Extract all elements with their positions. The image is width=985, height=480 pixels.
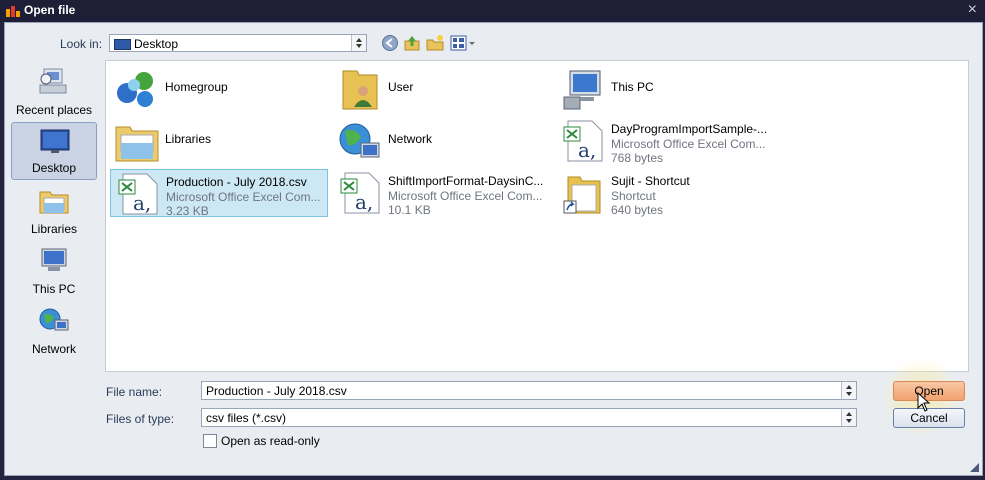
up-folder-icon[interactable] bbox=[403, 34, 421, 52]
place-recent-places[interactable]: Recent places bbox=[11, 63, 97, 121]
file-item-dayprogram[interactable]: a, DayProgramImportSample-... Microsoft … bbox=[556, 117, 774, 165]
place-libraries[interactable]: Libraries bbox=[11, 182, 97, 240]
file-type: Shortcut bbox=[611, 189, 656, 203]
file-name-label: File name: bbox=[106, 385, 163, 399]
file-item-libraries[interactable]: Libraries bbox=[110, 117, 328, 165]
file-item-sujit-shortcut[interactable]: Sujit - Shortcut Shortcut 640 bytes bbox=[556, 169, 774, 217]
file-name: Homegroup bbox=[165, 80, 228, 94]
file-item-shiftimport[interactable]: a, ShiftImportFormat-DaysinC... Microsof… bbox=[333, 169, 551, 217]
network-icon bbox=[39, 308, 69, 331]
title-bar[interactable]: Open file × bbox=[0, 0, 985, 22]
file-size: 3.23 KB bbox=[166, 204, 209, 218]
file-name: Production - July 2018.csv bbox=[166, 175, 307, 189]
excel-csv-icon: a, bbox=[563, 120, 603, 162]
homegroup-icon bbox=[117, 72, 153, 107]
libraries-icon bbox=[39, 191, 69, 214]
file-name: Libraries bbox=[165, 132, 212, 146]
file-item-homegroup[interactable]: Homegroup bbox=[110, 65, 328, 113]
file-type-value: csv files (*.csv) bbox=[206, 411, 287, 425]
svg-text:a,: a, bbox=[133, 191, 151, 215]
read-only-checkbox[interactable] bbox=[203, 434, 217, 448]
place-label: Desktop bbox=[31, 161, 77, 175]
file-list[interactable]: Homegroup User This PC Libraries Network… bbox=[105, 60, 969, 372]
file-item-production[interactable]: a, Production - July 2018.csv Microsoft … bbox=[110, 169, 328, 218]
look-in-spin[interactable] bbox=[351, 35, 366, 51]
place-label: Recent places bbox=[15, 103, 93, 117]
file-type: Microsoft Office Excel Com... bbox=[388, 189, 543, 203]
user-folder-icon bbox=[342, 70, 378, 110]
svg-text:a,: a, bbox=[578, 138, 596, 162]
shortcut-icon bbox=[563, 176, 601, 214]
file-item-this-pc[interactable]: This PC bbox=[556, 65, 774, 113]
svg-text:a,: a, bbox=[355, 190, 373, 214]
read-only-label: Open as read-only bbox=[221, 434, 320, 448]
computer-icon bbox=[563, 70, 601, 110]
places-bar: Recent places Desktop Libraries This PC … bbox=[5, 61, 105, 371]
place-network[interactable]: Network bbox=[11, 302, 97, 360]
network-icon bbox=[339, 123, 380, 158]
file-type-spin[interactable] bbox=[841, 409, 856, 426]
look-in-value: Desktop bbox=[134, 37, 179, 51]
place-label: Network bbox=[31, 342, 76, 356]
look-in-select[interactable]: Desktop bbox=[109, 34, 367, 52]
file-name-spin[interactable] bbox=[841, 382, 856, 399]
desktop-icon bbox=[114, 39, 131, 50]
file-type: Microsoft Office Excel Com... bbox=[611, 137, 766, 151]
resize-grip-icon[interactable] bbox=[970, 463, 979, 472]
file-type-label: Files of type: bbox=[106, 412, 175, 426]
file-item-network[interactable]: Network bbox=[333, 117, 551, 165]
excel-csv-icon: a, bbox=[340, 172, 380, 214]
file-name: User bbox=[388, 80, 414, 94]
computer-icon bbox=[41, 248, 67, 271]
excel-csv-icon: a, bbox=[118, 173, 158, 215]
dialog-body: Look in: Desktop Recent places Desktop L… bbox=[4, 22, 983, 476]
place-label: Libraries bbox=[30, 222, 78, 236]
file-name: Network bbox=[388, 132, 433, 146]
file-name-value: Production - July 2018.csv bbox=[206, 384, 347, 398]
libraries-icon bbox=[115, 126, 159, 162]
file-size: 640 bytes bbox=[611, 203, 664, 217]
window-title: Open file bbox=[24, 3, 76, 17]
recent-places-icon bbox=[39, 68, 67, 94]
file-item-user[interactable]: User bbox=[333, 65, 551, 113]
file-name: This PC bbox=[611, 80, 654, 94]
file-size: 10.1 KB bbox=[388, 203, 431, 217]
view-menu-icon[interactable] bbox=[450, 34, 476, 52]
close-icon[interactable]: × bbox=[968, 1, 977, 19]
look-in-label: Look in: bbox=[60, 37, 103, 51]
place-label: This PC bbox=[32, 282, 76, 296]
file-type-select[interactable]: csv files (*.csv) bbox=[201, 408, 857, 427]
open-file-dialog: Open file × Look in: Desktop Recent plac… bbox=[0, 0, 985, 480]
desktop-icon bbox=[40, 129, 70, 153]
file-size: 768 bytes bbox=[611, 151, 664, 165]
file-name: Sujit - Shortcut bbox=[611, 174, 690, 188]
file-name: ShiftImportFormat-DaysinC... bbox=[388, 174, 544, 188]
new-folder-icon[interactable] bbox=[426, 34, 444, 52]
place-this-pc[interactable]: This PC bbox=[11, 242, 97, 300]
app-icon bbox=[6, 6, 20, 17]
place-desktop[interactable]: Desktop bbox=[11, 122, 97, 180]
file-name: DayProgramImportSample-... bbox=[611, 122, 768, 136]
file-type: Microsoft Office Excel Com... bbox=[166, 190, 321, 204]
back-icon[interactable] bbox=[381, 34, 399, 52]
mouse-cursor-icon bbox=[917, 392, 931, 412]
file-name-input[interactable]: Production - July 2018.csv bbox=[201, 381, 857, 400]
